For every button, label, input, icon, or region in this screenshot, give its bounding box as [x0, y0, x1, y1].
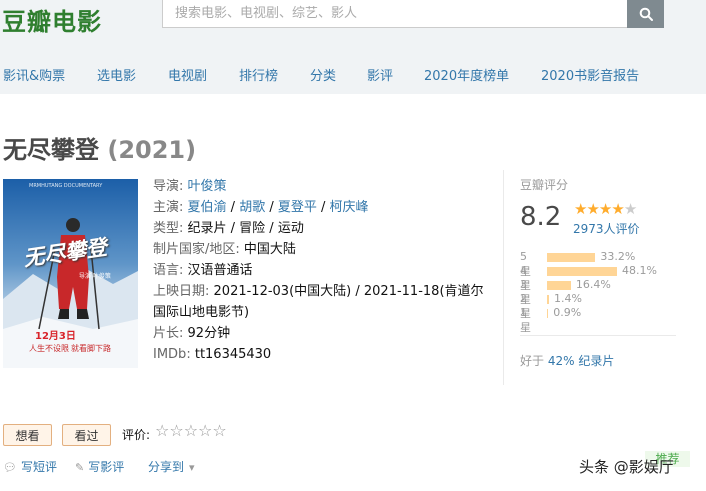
poster-release-badge: 12月3日: [35, 331, 76, 342]
cast-link[interactable]: 胡歌: [239, 200, 265, 215]
poster-director-text: 导演 叶俊策: [79, 273, 111, 280]
release-separator: /: [351, 284, 364, 299]
imdb-label: IMDb:: [153, 347, 191, 362]
rating-bar-percent: 1.4%: [554, 292, 582, 305]
info-director-row: 导演: 叶俊策: [153, 176, 493, 197]
movie-poster[interactable]: MRMHUTANG DOCUMENTARY 无尽攀登 导演 叶俊策 12月3日 …: [3, 179, 138, 368]
pencil-icon: ✎: [75, 461, 85, 474]
poster-tagline-2: 就看脚下路: [71, 344, 111, 353]
runtime-value: 92分钟: [187, 326, 231, 341]
rating-divider: [520, 335, 676, 336]
language-label: 语言:: [153, 263, 184, 278]
write-short-review-link[interactable]: 💬︎ 写短评: [3, 458, 57, 475]
release-label: 上映日期:: [153, 284, 210, 299]
rate-label: 评价:: [122, 428, 151, 442]
main-nav: 影讯&购票 选电影 电视剧 排行榜 分类 影评 2020年度榜单 2020书影音…: [0, 52, 706, 94]
movie-info: 导演: 叶俊策 主演: 夏伯渝 / 胡歌 / 夏登平 / 柯庆峰 类型: 纪录片…: [153, 176, 493, 365]
country-value: 中国大陆: [243, 242, 296, 257]
poster-studio-text: MRMHUTANG DOCUMENTARY: [29, 183, 103, 189]
cast-separator: /: [226, 200, 240, 215]
nav-tv[interactable]: 电视剧: [168, 65, 207, 84]
cast-label: 主演:: [153, 200, 184, 215]
rating-stars: ★★★★★: [574, 200, 637, 218]
share-label: 分享到: [148, 460, 185, 474]
info-country-row: 制片国家/地区: 中国大陆: [153, 239, 493, 260]
cast-separator: /: [316, 200, 330, 215]
nav-2020-report[interactable]: 2020书影音报告: [541, 65, 639, 84]
info-release-row: 上映日期: 2021-12-03(中国大陆) / 2021-11-18(肯道尔国…: [153, 281, 488, 323]
director-label: 导演:: [153, 179, 184, 194]
rating-bar: [547, 281, 571, 290]
country-label: 制片国家/地区:: [153, 242, 240, 257]
language-value: 汉语普通话: [187, 263, 253, 278]
watched-button[interactable]: 看过: [62, 424, 111, 446]
star-empty-icon: ★: [623, 200, 637, 218]
search-box: [162, 0, 628, 28]
share-link[interactable]: 分享到 ▾: [148, 458, 199, 475]
rating-bar: [547, 309, 549, 318]
better-than-prefix: 好于: [520, 354, 545, 368]
better-than-link[interactable]: 42% 纪录片: [548, 354, 615, 368]
star-full-icon: ★: [574, 200, 587, 218]
rating-votes-link[interactable]: 2973人评价: [573, 220, 640, 237]
better-than: 好于 42% 纪录片: [520, 352, 614, 369]
poster-tagline-1: 人生不设限: [29, 344, 69, 353]
nav-categories[interactable]: 分类: [310, 65, 336, 84]
cast-link[interactable]: 夏登平: [278, 200, 317, 215]
douban-movie-logo[interactable]: 豆瓣电影: [2, 2, 102, 37]
star-full-icon: ★: [611, 200, 624, 218]
rating-panel: 豆瓣评分 8.2 ★★★★★ 2973人评价 5星 33.2% 4星 48.1% 3星 1…: [503, 170, 684, 385]
runtime-label: 片长:: [153, 326, 184, 341]
info-genre-row: 类型: 纪录片 / 冒险 / 运动: [153, 218, 493, 239]
cast-link[interactable]: 柯庆峰: [330, 200, 369, 215]
genre-label: 类型:: [153, 221, 184, 236]
rating-bar: [547, 267, 618, 276]
search-input[interactable]: [163, 0, 627, 26]
nav-reviews[interactable]: 影评: [367, 65, 393, 84]
nav-2020-annual-list[interactable]: 2020年度榜单: [424, 65, 509, 84]
comment-icon: 💬︎: [3, 461, 17, 474]
rating-bar-percent: 16.4%: [575, 278, 611, 291]
cast-link[interactable]: 夏伯渝: [188, 200, 227, 215]
top-bar: 豆瓣电影: [0, 0, 706, 52]
rate-stars-input[interactable]: ☆☆☆☆☆: [155, 421, 227, 440]
star-full-icon: ★: [598, 200, 612, 218]
info-imdb-row: IMDb: tt16345430: [153, 344, 493, 365]
genre-value: 纪录片 / 冒险 / 运动: [187, 221, 304, 236]
chevron-down-icon: ▾: [189, 461, 195, 474]
release-date-1: 2021-12-03(中国大陆): [213, 284, 352, 299]
nav-explore-movies[interactable]: 选电影: [97, 65, 136, 84]
star-full-icon: ★: [586, 200, 599, 218]
write-review-link[interactable]: ✎ 写影评: [75, 458, 124, 475]
rating-bar: [547, 253, 596, 262]
rating-bar-percent: 33.2%: [600, 250, 636, 263]
imdb-value: tt16345430: [194, 347, 272, 362]
search-button[interactable]: [627, 0, 664, 28]
cast-separator: /: [265, 200, 278, 215]
info-cast-row: 主演: 夏伯渝 / 胡歌 / 夏登平 / 柯庆峰: [153, 197, 493, 218]
want-to-watch-button[interactable]: 想看: [3, 424, 52, 446]
rating-bar-percent: 0.9%: [553, 306, 582, 319]
movie-title: 无尽攀登: [3, 136, 99, 164]
page-title: 无尽攀登 (2021): [3, 130, 196, 165]
info-language-row: 语言: 汉语普通话: [153, 260, 493, 281]
director-link[interactable]: 叶俊策: [188, 179, 227, 194]
watermark: 头条 @影娱厅: [579, 458, 674, 476]
search-icon: [639, 7, 653, 21]
write-short-review-label: 写短评: [20, 460, 57, 474]
rating-score: 8.2: [520, 202, 562, 232]
rating-bar-star-label: 1星: [520, 306, 531, 334]
rating-label: 豆瓣评分: [520, 178, 569, 192]
rating-bar: [547, 295, 550, 304]
rating-bar-percent: 48.1%: [622, 264, 657, 277]
nav-charts[interactable]: 排行榜: [239, 65, 278, 84]
nav-showtimes-tickets[interactable]: 影讯&购票: [3, 65, 65, 84]
info-runtime-row: 片长: 92分钟: [153, 323, 493, 344]
movie-year: (2021): [107, 136, 197, 164]
write-review-label: 写影评: [88, 460, 125, 474]
